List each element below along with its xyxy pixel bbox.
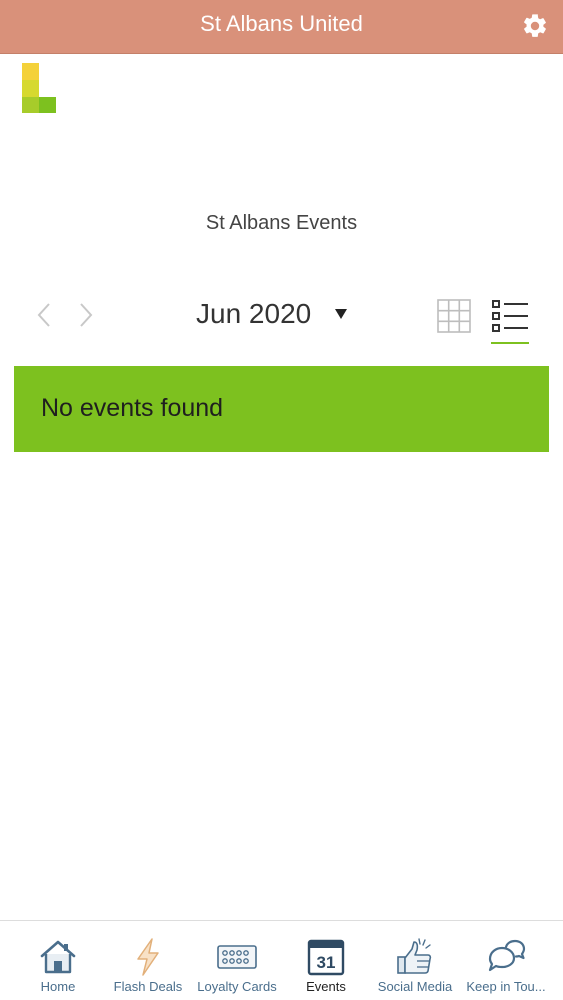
nav-item-loyalty-cards[interactable]: Loyalty Cards bbox=[192, 921, 282, 1000]
top-header: St Albans United bbox=[0, 0, 563, 54]
nav-label-keep-in-touch: Keep in Tou... bbox=[466, 979, 546, 994]
nav-label-home: Home bbox=[40, 979, 76, 994]
lightning-icon bbox=[137, 938, 159, 976]
nav-label-loyalty-cards: Loyalty Cards bbox=[197, 979, 277, 994]
empty-events-message: No events found bbox=[41, 394, 224, 422]
loyalty-card-icon bbox=[217, 945, 257, 969]
page-title: St Albans Events bbox=[205, 212, 358, 234]
bottom-nav: Home Flash Deals Loyalty Cards 31 Events… bbox=[0, 920, 563, 1000]
nav-item-home[interactable]: Home bbox=[12, 921, 104, 1000]
nav-item-events[interactable]: 31 Events bbox=[282, 921, 370, 1000]
nav-item-keep-in-touch[interactable]: Keep in Tou... bbox=[460, 921, 552, 1000]
active-view-indicator bbox=[491, 342, 529, 344]
app-root: St Albans United St Albans Events Jun 20… bbox=[0, 0, 563, 1000]
chevron-left-icon[interactable] bbox=[34, 300, 54, 330]
gear-icon[interactable] bbox=[521, 12, 549, 40]
home-icon bbox=[40, 940, 76, 974]
calendar-icon: 31 bbox=[307, 939, 345, 976]
month-selector[interactable]: Jun 2020 bbox=[196, 298, 311, 330]
nav-label-social-media: Social Media bbox=[377, 979, 453, 994]
nav-label-flash-deals: Flash Deals bbox=[113, 979, 183, 994]
nav-label-events: Events bbox=[306, 979, 346, 994]
nav-item-social-media[interactable]: Social Media bbox=[370, 921, 460, 1000]
calendar-day-number: 31 bbox=[317, 953, 336, 972]
grid-view-icon[interactable] bbox=[437, 299, 471, 333]
chevron-right-icon[interactable] bbox=[76, 300, 96, 330]
header-title: St Albans United bbox=[200, 11, 363, 36]
thumbs-up-icon bbox=[397, 938, 432, 974]
list-view-icon[interactable] bbox=[491, 299, 529, 333]
app-logo bbox=[22, 63, 56, 113]
empty-events-banner: No events found bbox=[14, 366, 549, 452]
nav-item-flash-deals[interactable]: Flash Deals bbox=[104, 921, 192, 1000]
caret-down-icon[interactable] bbox=[334, 308, 348, 320]
chat-bubbles-icon bbox=[488, 939, 526, 972]
